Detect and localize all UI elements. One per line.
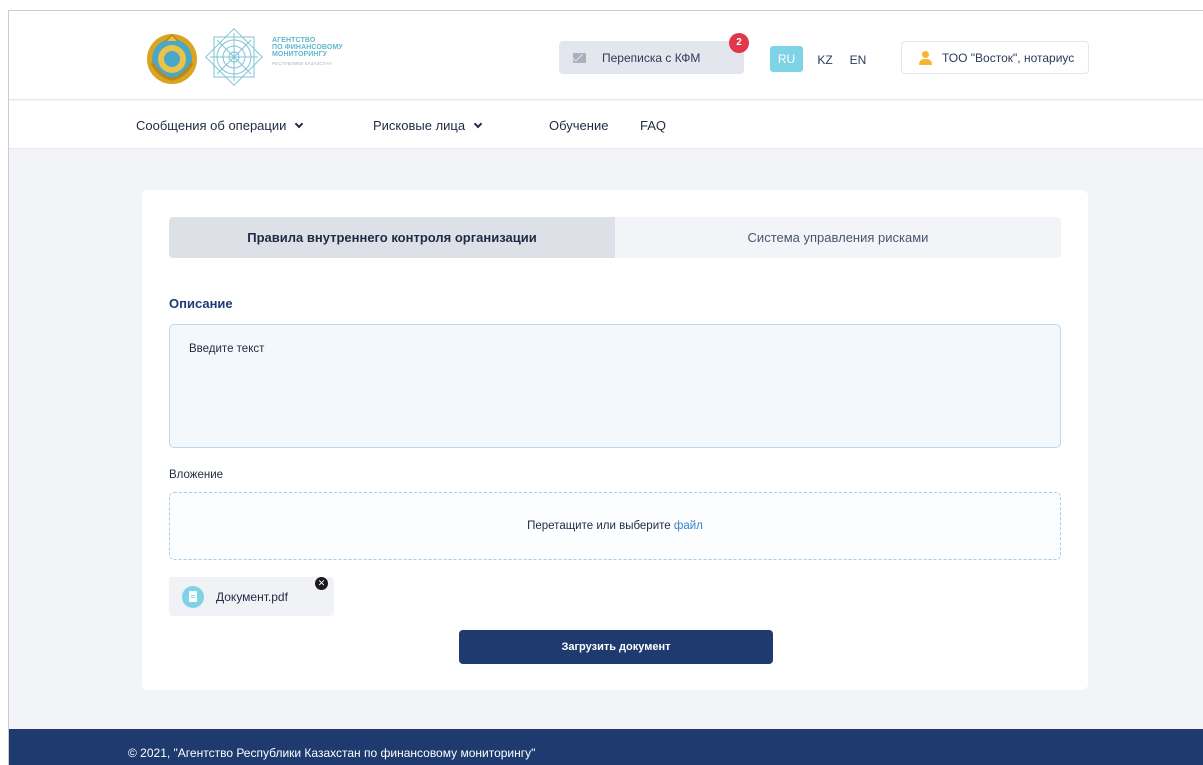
attached-file-chip: Документ.pdf ✕ <box>169 577 334 616</box>
user-profile-button[interactable]: ТОО "Восток", нотариус <box>901 41 1089 74</box>
app-window: АГЕНТСТВО ПО ФИНАНСОВОМУ МОНИТОРИНГУ РЕС… <box>8 10 1203 765</box>
remove-file-icon[interactable]: ✕ <box>315 577 328 590</box>
user-label: ТОО "Восток", нотариус <box>942 50 1075 65</box>
choose-file-link[interactable]: файл <box>674 520 703 532</box>
notification-badge: 2 <box>729 33 749 53</box>
nav-item-label: Сообщения об операции <box>136 118 287 133</box>
footer-copyright: © 2021, "Агентство Республики Казахстан … <box>128 746 536 760</box>
main-card: Правила внутреннего контроля организации… <box>142 190 1088 690</box>
nav-item-operation-messages[interactable]: Сообщения об операции <box>136 118 304 133</box>
user-icon <box>918 50 932 65</box>
chevron-down-icon <box>473 119 483 128</box>
nav-item-label: FAQ <box>640 118 667 133</box>
chevron-down-icon <box>295 119 304 128</box>
state-emblem-icon <box>147 33 197 84</box>
nav-item-risk-persons[interactable]: Рисковые лица <box>373 118 483 133</box>
document-icon <box>182 585 204 608</box>
file-dropzone[interactable]: Перетащите или выберите файл <box>169 492 1061 560</box>
description-title: Описание <box>169 296 233 311</box>
upload-document-button[interactable]: Загрузить документ <box>459 630 773 664</box>
lang-ru-button[interactable]: RU <box>770 46 803 72</box>
footer: © 2021, "Агентство Республики Казахстан … <box>9 729 1203 765</box>
attachment-label: Вложение <box>169 469 224 481</box>
lang-kz-button[interactable]: KZ <box>814 47 836 73</box>
tab-bar: Правила внутреннего контроля организации… <box>169 217 1061 258</box>
description-textarea[interactable]: Введите текст <box>169 324 1061 448</box>
main-nav: Сообщения об операции Рисковые лица Обуч… <box>9 101 1203 149</box>
tab-risk-management-system[interactable]: Система управления рисками <box>615 217 1061 258</box>
nav-item-faq[interactable]: FAQ <box>640 118 666 133</box>
afm-logo-icon <box>205 28 263 86</box>
description-placeholder: Введите текст <box>189 343 265 355</box>
header: АГЕНТСТВО ПО ФИНАНСОВОМУ МОНИТОРИНГУ РЕС… <box>9 11 1203 100</box>
nav-item-label: Обучение <box>549 118 609 133</box>
kfm-correspondence-button[interactable]: Переписка с КФМ <box>559 41 744 74</box>
nav-item-label: Рисковые лица <box>373 118 466 133</box>
tab-internal-control-rules[interactable]: Правила внутреннего контроля организации <box>169 217 615 258</box>
nav-item-training[interactable]: Обучение <box>549 118 608 133</box>
dropzone-text: Перетащите или выберите <box>527 520 671 532</box>
agency-name: АГЕНТСТВО ПО ФИНАНСОВОМУ МОНИТОРИНГУ РЕС… <box>272 37 343 66</box>
mail-icon <box>573 52 586 63</box>
lang-en-button[interactable]: EN <box>847 47 869 73</box>
attached-file-name: Документ.pdf <box>216 589 288 604</box>
kfm-correspondence-label: Переписка с КФМ <box>602 50 701 65</box>
